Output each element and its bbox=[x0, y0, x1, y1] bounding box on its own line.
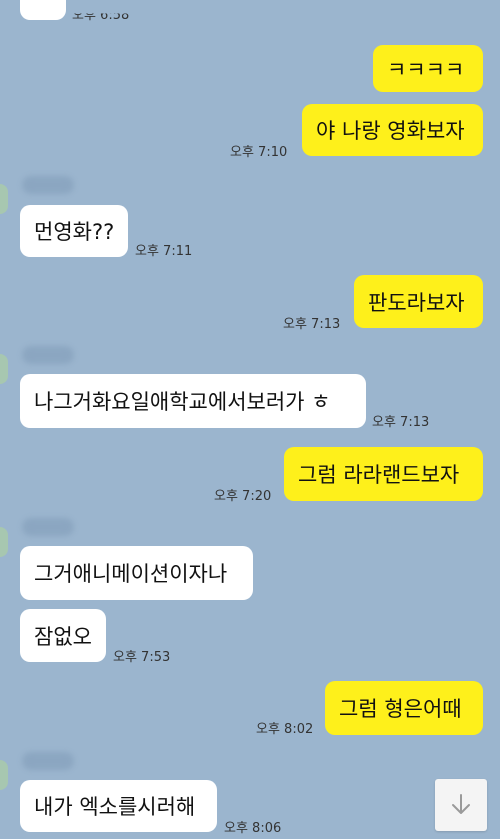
message-bubble: 그거애니메이션이자나 bbox=[20, 546, 253, 600]
scroll-to-bottom-button[interactable] bbox=[435, 779, 487, 831]
message-text: 잠없오 bbox=[34, 624, 92, 649]
message-time: 오후 7:13 bbox=[372, 415, 430, 430]
sender-name bbox=[22, 346, 74, 364]
message-time: 오후 7:53 bbox=[113, 650, 171, 665]
message-text: 그럼 형은어때 bbox=[339, 697, 462, 721]
message-text: 판도라보자 bbox=[368, 290, 465, 315]
message-bubble-partial bbox=[20, 0, 66, 20]
message-bubble: 그럼 형은어때 bbox=[325, 681, 483, 735]
message-text: 그럼 라라랜드보자 bbox=[298, 463, 460, 487]
message-time: 오후 8:06 bbox=[224, 821, 282, 836]
message-bubble: 잠없오 bbox=[20, 609, 106, 662]
message-bubble: 야 나랑 영화보자 bbox=[302, 104, 483, 156]
message-bubble: 판도라보자 bbox=[354, 275, 483, 328]
message-time: 오후 7:11 bbox=[135, 244, 193, 259]
message-time-partial: 오후 6:58 bbox=[72, 8, 130, 24]
message-bubble: 먼영화?? bbox=[20, 205, 128, 257]
message-text: 내가 엑소를시러해 bbox=[34, 795, 196, 819]
avatar[interactable] bbox=[0, 184, 8, 214]
message-bubble: ㅋㅋㅋㅋ bbox=[373, 45, 483, 92]
arrow-down-icon bbox=[452, 794, 470, 814]
message-text: 야 나랑 영화보자 bbox=[316, 119, 465, 143]
message-text: ㅋㅋㅋㅋ bbox=[387, 57, 465, 82]
sender-name bbox=[22, 518, 74, 536]
message-bubble: 나그거화요일애학교에서보러가 ㅎ bbox=[20, 374, 366, 428]
message-time: 오후 7:20 bbox=[214, 489, 272, 504]
message-time: 오후 7:10 bbox=[230, 145, 288, 160]
avatar[interactable] bbox=[0, 527, 8, 557]
message-bubble: 내가 엑소를시러해 bbox=[20, 780, 217, 832]
avatar[interactable] bbox=[0, 354, 8, 384]
message-time: 오후 8:02 bbox=[256, 722, 314, 737]
message-text: 그거애니메이션이자나 bbox=[34, 562, 228, 586]
message-time: 오후 7:13 bbox=[283, 317, 341, 332]
sender-name bbox=[22, 752, 74, 770]
message-text: 나그거화요일애학교에서보러가 ㅎ bbox=[34, 390, 331, 414]
message-text: 먼영화?? bbox=[34, 220, 115, 244]
avatar[interactable] bbox=[0, 760, 8, 790]
sender-name bbox=[22, 176, 74, 194]
message-bubble: 그럼 라라랜드보자 bbox=[284, 447, 483, 501]
